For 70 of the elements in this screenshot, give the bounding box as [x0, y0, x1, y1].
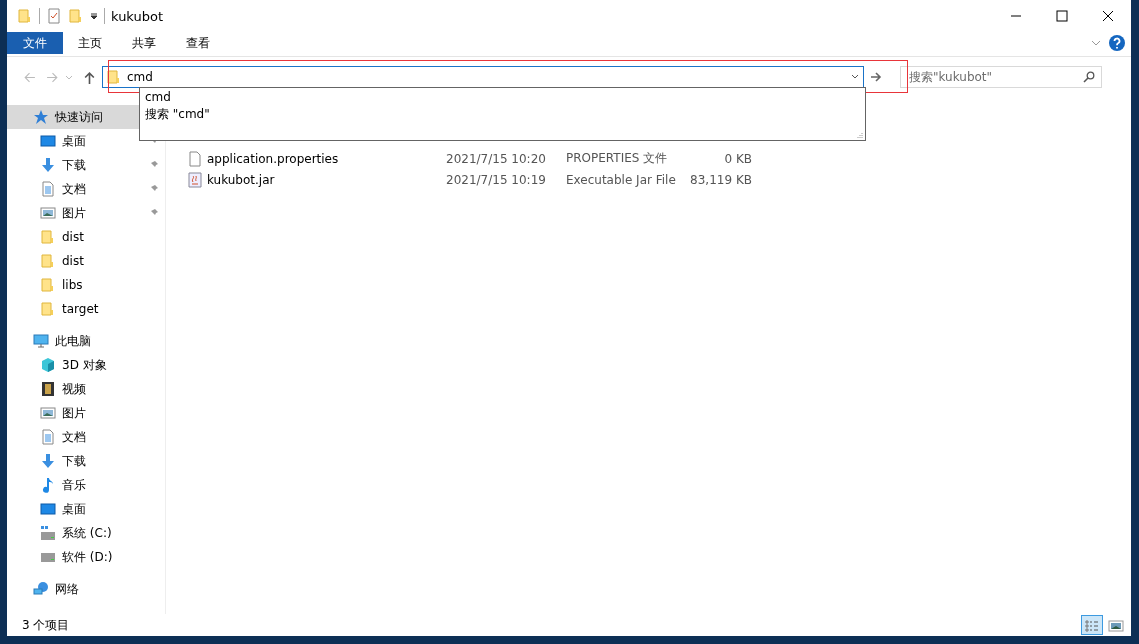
- folder-icon: [40, 253, 56, 269]
- desktop-icon: [40, 133, 56, 149]
- nav-item[interactable]: 下载: [7, 449, 165, 473]
- picture-icon: [40, 205, 56, 221]
- nav-item[interactable]: target: [7, 297, 165, 321]
- nav-item[interactable]: 下载: [7, 153, 165, 177]
- folder-icon: [17, 8, 33, 24]
- nav-item[interactable]: 网络: [7, 577, 165, 601]
- folder-icon: [40, 301, 56, 317]
- nav-item[interactable]: 音乐: [7, 473, 165, 497]
- nav-item[interactable]: 软件 (D:): [7, 545, 165, 569]
- music-note-icon: [40, 477, 56, 493]
- nav-item[interactable]: 桌面: [7, 497, 165, 521]
- nav-item[interactable]: 视频: [7, 377, 165, 401]
- forward-arrow-icon[interactable]: [46, 70, 59, 84]
- nav-item[interactable]: 图片: [7, 401, 165, 425]
- nav-item[interactable]: libs: [7, 273, 165, 297]
- search-icon: [1083, 71, 1095, 83]
- file-icon: [187, 150, 203, 167]
- folder-icon: [106, 69, 122, 85]
- ribbon-tab[interactable]: 查看: [171, 32, 225, 54]
- help-icon[interactable]: [1109, 35, 1125, 51]
- download-arrow-icon: [40, 453, 56, 469]
- nav-item[interactable]: dist: [7, 225, 165, 249]
- file-name[interactable]: application.properties: [207, 151, 339, 166]
- item-count: 3 个项目: [22, 616, 70, 634]
- size-cell-text: 0 KB: [723, 151, 752, 166]
- date-cell-text: 2021/7/15 10:20: [446, 151, 547, 166]
- type-cell-text: PROPERTIES 文件: [566, 150, 669, 167]
- go-arrow-icon[interactable]: [870, 71, 882, 83]
- drive-icon: [40, 525, 56, 541]
- ribbon-tab[interactable]: 共享: [117, 32, 171, 54]
- size-cell-text: 83,119 KB: [689, 172, 752, 187]
- nav-item[interactable]: 文档: [7, 425, 165, 449]
- properties-icon[interactable]: [46, 8, 62, 24]
- desktop-icon: [40, 501, 56, 517]
- cube-icon: [40, 357, 56, 373]
- window-title: kukubot: [111, 8, 164, 24]
- computer-icon: [33, 333, 49, 349]
- type-cell: Executable Jar File: [566, 172, 676, 187]
- nav-item[interactable]: 桌面: [7, 129, 165, 153]
- nav-item[interactable]: 此电脑: [7, 329, 165, 353]
- file-name[interactable]: kukubot.jar: [207, 172, 275, 187]
- up-arrow-icon[interactable]: [83, 70, 96, 84]
- details-list-icon: [1084, 618, 1100, 634]
- date-cell-text: 2021/7/15 10:19: [446, 172, 547, 187]
- dropdown-caret-icon[interactable]: [90, 12, 98, 20]
- back-arrow-icon[interactable]: [23, 70, 36, 84]
- nav-item[interactable]: 3D 对象: [7, 353, 165, 377]
- folder-icon: [40, 229, 56, 245]
- ribbon-tab[interactable]: 主页: [63, 32, 117, 54]
- document-icon: [40, 429, 56, 445]
- expand-chevron-icon[interactable]: [1091, 38, 1101, 48]
- java-file-icon: [187, 171, 203, 188]
- picture-icon: [40, 405, 56, 421]
- nav-item[interactable]: dist: [7, 249, 165, 273]
- suggestion-item[interactable]: cmd: [145, 89, 860, 106]
- network-icon: [33, 581, 49, 597]
- recent-caret-icon[interactable]: [65, 73, 73, 81]
- nav-item[interactable]: 系统 (C:): [7, 521, 165, 545]
- star-icon: [33, 109, 49, 125]
- document-icon: [40, 181, 56, 197]
- film-icon: [40, 381, 56, 397]
- folder-icon: [68, 8, 84, 24]
- resize-grip-icon[interactable]: [857, 132, 863, 138]
- search-field[interactable]: 搜索"kukubot": [900, 66, 1102, 88]
- folder-icon: [40, 277, 56, 293]
- download-arrow-icon: [40, 157, 56, 173]
- nav-item[interactable]: 文档: [7, 177, 165, 201]
- nav-item[interactable]: 图片: [7, 201, 165, 225]
